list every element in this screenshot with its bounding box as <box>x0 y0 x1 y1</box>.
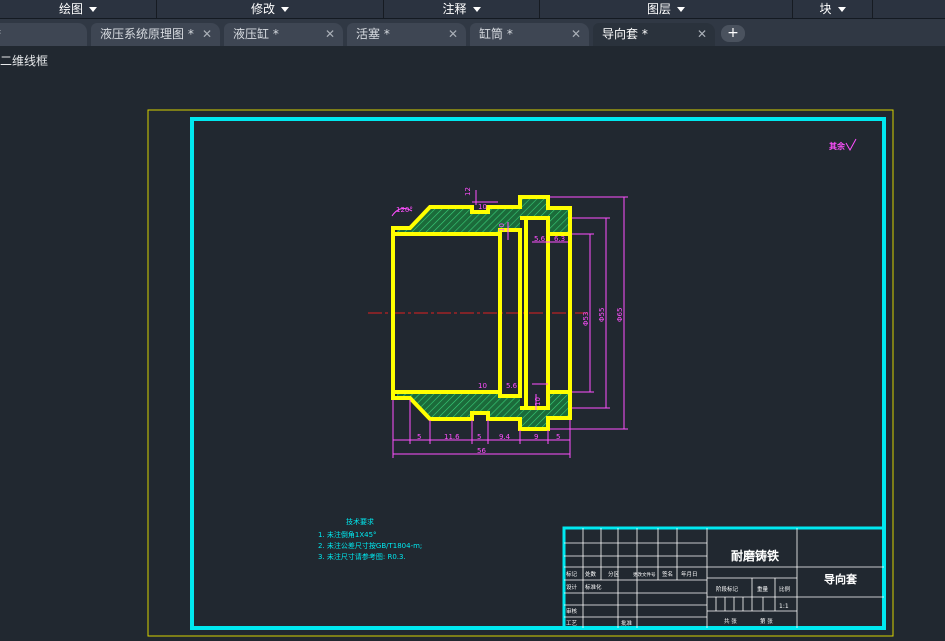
roughness-label: 其余 <box>829 141 846 151</box>
tb-label: 工艺 <box>566 620 578 627</box>
tb-label: 签名 <box>662 570 673 578</box>
dim-text: 10 <box>478 203 487 211</box>
tb-label: 第 张 <box>760 617 773 625</box>
dim-text: Φ65 <box>616 308 624 322</box>
title-block-part-name: 导向套 <box>824 572 858 586</box>
tb-label: 更改文件号 <box>633 571 656 578</box>
dim-text: Φ55 <box>598 308 606 322</box>
dim-text: 120° <box>396 206 413 214</box>
tech-req-item: 2. 未注公差尺寸按GB/T1804-m; <box>318 541 422 550</box>
dim-text: 5 <box>417 433 421 441</box>
title-block-material: 耐磨铸铁 <box>731 548 779 563</box>
title-block: 耐磨铸铁 导向套 1:1 标记 处数 分区 更改文件号 签名 年月日 设计 标准… <box>562 526 886 630</box>
tb-label: 设计 <box>566 583 578 591</box>
tb-label: 年月日 <box>681 570 698 578</box>
dim-text: 56 <box>477 447 486 455</box>
title-block-labels: 标记 处数 分区 更改文件号 签名 年月日 设计 标准化 阶段标记 重量 比例 … <box>566 570 791 627</box>
dim-text: 5.6 <box>534 235 546 243</box>
tb-label: 处数 <box>585 570 597 578</box>
roughness-symbol-icon <box>845 138 857 152</box>
tb-label: 比例 <box>779 585 791 593</box>
cad-drawing-canvas[interactable]: 其余 12 10 120° 10 5.6 6.3 Φ53 Φ55 Φ65 10 … <box>0 0 945 641</box>
dim-text: 10 <box>478 382 487 390</box>
tb-label: 标记 <box>566 570 578 578</box>
dim-text: 5.6 <box>506 382 518 390</box>
dim-text: 10 <box>534 397 542 406</box>
dim-text: 12 <box>464 187 472 196</box>
tb-label: 批准 <box>621 619 633 627</box>
tb-label: 分区 <box>608 570 620 578</box>
tb-label: 阶段标记 <box>716 585 739 593</box>
dim-text: 6.3 <box>554 235 565 243</box>
dim-text: 11.6 <box>444 433 460 441</box>
tech-req-item: 1. 未注倒角1X45° <box>318 530 377 539</box>
tb-label: 共 张 <box>724 617 737 625</box>
title-block-scale: 1:1 <box>779 603 789 610</box>
tb-label: 重量 <box>757 585 769 593</box>
dim-text: 5 <box>556 433 560 441</box>
roughness-note: 其余 <box>829 138 857 152</box>
tech-req-item: 3. 未注尺寸请参考图: R0.3. <box>318 552 406 561</box>
dim-text: 9 <box>534 433 538 441</box>
dim-text: 5 <box>477 433 481 441</box>
dim-text: Φ53 <box>582 312 590 326</box>
technical-requirements: 技术要求 1. 未注倒角1X45° 2. 未注公差尺寸按GB/T1804-m; … <box>318 517 422 561</box>
tb-label: 标准化 <box>585 583 602 591</box>
dim-text: 9.4 <box>499 433 511 441</box>
dim-text: 10 <box>498 223 506 232</box>
tb-label: 审核 <box>566 607 578 615</box>
tech-req-title: 技术要求 <box>346 517 374 526</box>
